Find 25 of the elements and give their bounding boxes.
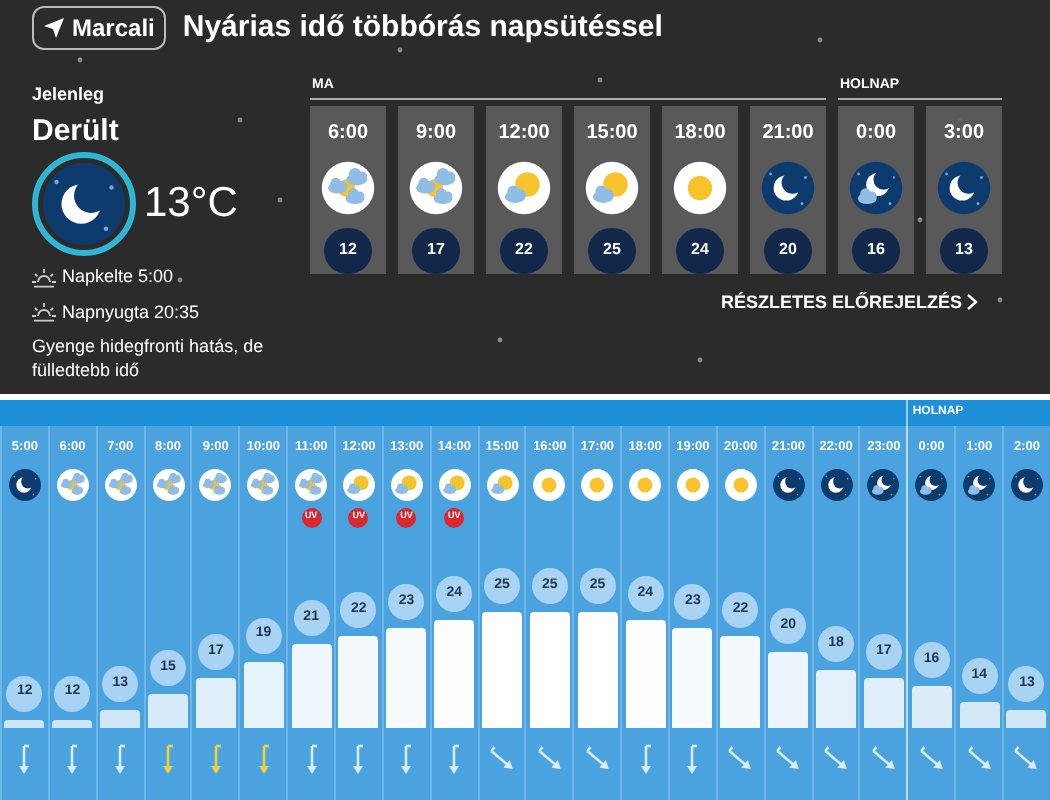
current-temperature: 13°C xyxy=(144,178,238,231)
forecast-time: 0:00 xyxy=(855,119,896,147)
temperature-badge: 22 xyxy=(500,227,548,273)
temperature-badge: 20 xyxy=(764,227,812,273)
temperature-badge: 16 xyxy=(852,227,900,273)
sun-time: Napnyugta 20:35 xyxy=(62,299,200,326)
location-button[interactable]: Marcali xyxy=(32,6,167,51)
temperature-badge: 12 xyxy=(324,227,372,273)
detailed-forecast-link[interactable]: RÉSZLETES ELŐREJELZÉS xyxy=(720,289,978,316)
forecast-time: 3:00 xyxy=(943,119,984,147)
forecast-time: 18:00 xyxy=(674,119,726,147)
forecast-time: 21:00 xyxy=(762,119,814,147)
current-condition: Derült xyxy=(32,112,121,152)
page-headline: Nyárias idő többórás napsütéssel xyxy=(182,8,663,48)
current-label: Jelenleg xyxy=(32,81,107,108)
forecast-time: 15:00 xyxy=(586,119,638,147)
forecast-time: 9:00 xyxy=(415,119,456,147)
forecast-time: 12:00 xyxy=(498,119,550,147)
temperature-badge: 24 xyxy=(676,227,724,273)
sun-time: Napkelte 5:00 xyxy=(62,264,174,290)
temperature-badge: 25 xyxy=(588,227,636,273)
forecast-time: 6:00 xyxy=(327,119,368,147)
temperature-badge: 17 xyxy=(412,227,460,273)
temperature-badge: 13 xyxy=(940,227,988,273)
weather-description: Gyenge hidegfronti hatás, de fülledtebb idő xyxy=(32,334,266,382)
